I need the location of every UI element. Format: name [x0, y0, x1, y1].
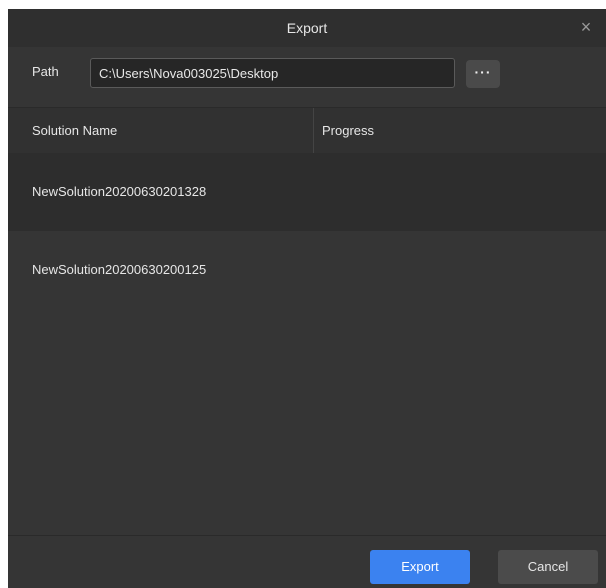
path-row: Path ···	[8, 47, 606, 107]
cancel-button[interactable]: Cancel	[498, 550, 598, 584]
path-label: Path	[32, 64, 59, 79]
path-input[interactable]	[90, 58, 455, 88]
browse-button[interactable]: ···	[466, 60, 500, 88]
table-row[interactable]: NewSolution20200630200125	[8, 231, 606, 309]
table-row[interactable]: NewSolution20200630201328	[8, 153, 606, 231]
table-header: Solution Name Progress	[8, 107, 606, 154]
solution-name-cell: NewSolution20200630200125	[32, 262, 207, 277]
column-header-progress: Progress	[322, 123, 375, 138]
solution-name-cell: NewSolution20200630201328	[32, 184, 207, 199]
title-bar: Export ×	[8, 9, 606, 47]
dialog-title: Export	[286, 20, 328, 36]
export-dialog: Export × Path ··· Solution Name Progress…	[8, 9, 606, 588]
export-button[interactable]: Export	[370, 550, 470, 584]
column-header-solution-name: Solution Name	[32, 123, 118, 138]
dialog-footer: Export Cancel	[8, 535, 606, 588]
column-divider	[313, 108, 314, 154]
close-icon[interactable]: ×	[577, 18, 595, 36]
